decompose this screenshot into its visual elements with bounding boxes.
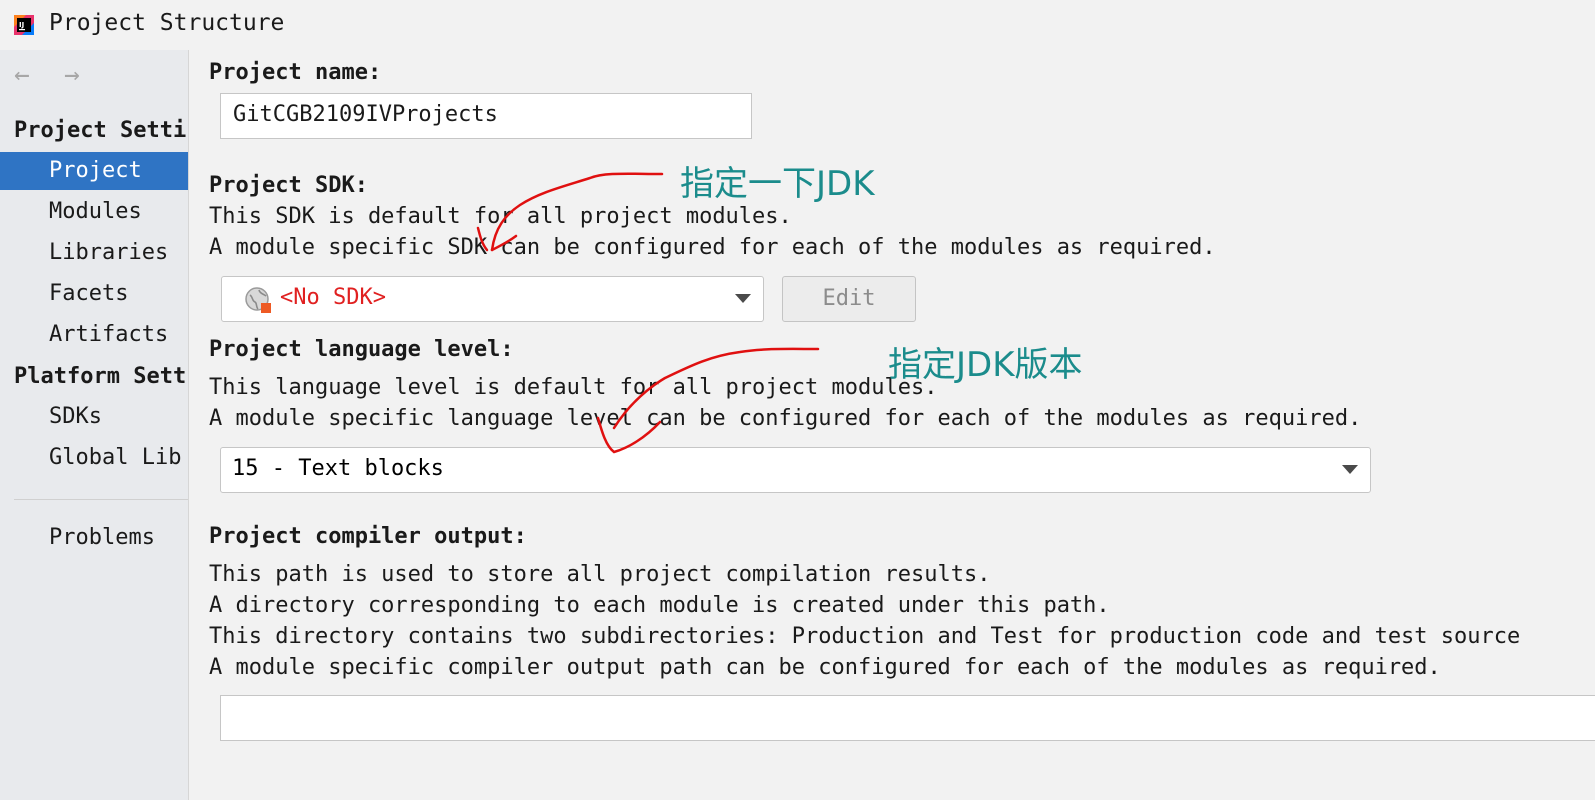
compiler-output-desc-4: A module specific compiler output path c… bbox=[209, 655, 1441, 680]
title-bar: IJ Project Structure bbox=[0, 0, 1595, 50]
window-title: Project Structure bbox=[49, 10, 285, 36]
sidebar-item-facets[interactable]: Facets bbox=[0, 275, 188, 313]
language-level-dropdown[interactable]: 15 - Text blocks bbox=[220, 447, 1371, 493]
project-sdk-desc-2: A module specific SDK can be configured … bbox=[209, 235, 1216, 260]
sidebar-divider bbox=[14, 499, 188, 500]
arrow-left-icon[interactable]: ← bbox=[14, 62, 44, 88]
chevron-down-icon bbox=[735, 294, 751, 303]
compiler-output-desc-1: This path is used to store all project c… bbox=[209, 562, 991, 587]
sidebar-item-project[interactable]: Project bbox=[0, 152, 188, 190]
language-level-value: 15 - Text blocks bbox=[232, 456, 444, 481]
sidebar-item-problems[interactable]: Problems bbox=[0, 519, 188, 557]
sidebar-item-label: Libraries bbox=[49, 240, 169, 265]
sidebar-item-sdks[interactable]: SDKs bbox=[0, 398, 188, 436]
sidebar: ← → Project Setti Project Modules Librar… bbox=[0, 50, 189, 800]
sidebar-item-label: Facets bbox=[49, 281, 129, 306]
sidebar-item-label: Artifacts bbox=[49, 322, 169, 347]
sdk-selected-value: <No SDK> bbox=[280, 285, 386, 310]
arrow-right-icon[interactable]: → bbox=[64, 62, 94, 88]
sdk-globe-icon bbox=[245, 287, 271, 313]
compiler-output-desc-2: A directory corresponding to each module… bbox=[209, 593, 1110, 618]
sidebar-item-label: Problems bbox=[49, 525, 155, 550]
svg-text:IJ: IJ bbox=[19, 21, 24, 29]
project-name-input[interactable]: GitCGB2109IVProjects bbox=[220, 93, 752, 139]
intellij-icon: IJ bbox=[14, 15, 34, 35]
project-structure-window: IJ Project Structure ← → Project Setti P… bbox=[0, 0, 1595, 800]
sidebar-item-modules[interactable]: Modules bbox=[0, 193, 188, 231]
sidebar-item-label: SDKs bbox=[49, 404, 102, 429]
chevron-down-icon bbox=[1342, 465, 1358, 474]
language-level-desc-1: This language level is default for all p… bbox=[209, 375, 938, 400]
project-sdk-dropdown[interactable]: <No SDK> bbox=[221, 276, 764, 322]
project-sdk-desc-1: This SDK is default for all project modu… bbox=[209, 204, 792, 229]
compiler-output-label: Project compiler output: bbox=[209, 524, 527, 549]
compiler-output-desc-3: This directory contains two subdirectori… bbox=[209, 624, 1521, 649]
sidebar-item-label: Modules bbox=[49, 199, 142, 224]
main-panel: Project name: GitCGB2109IVProjects Proje… bbox=[189, 50, 1595, 800]
compiler-output-path-input[interactable] bbox=[220, 695, 1595, 741]
project-name-label: Project name: bbox=[209, 60, 382, 85]
sidebar-item-label: Global Lib bbox=[49, 445, 182, 470]
sidebar-item-artifacts[interactable]: Artifacts bbox=[0, 316, 188, 354]
language-level-label: Project language level: bbox=[209, 337, 514, 362]
annotation-sdk-note: 指定一下JDK bbox=[680, 164, 875, 204]
sidebar-item-libraries[interactable]: Libraries bbox=[0, 234, 188, 272]
language-level-desc-2: A module specific language level can be … bbox=[209, 406, 1362, 431]
sidebar-item-label: Project bbox=[49, 158, 142, 183]
project-sdk-label: Project SDK: bbox=[209, 173, 368, 198]
sidebar-item-global-libraries[interactable]: Global Lib bbox=[0, 439, 188, 477]
annotation-level-note: 指定JDK版本 bbox=[888, 345, 1083, 385]
section-project-settings: Project Setti bbox=[14, 118, 187, 143]
edit-sdk-button[interactable]: Edit bbox=[782, 276, 916, 322]
section-platform-settings: Platform Sett bbox=[14, 364, 187, 389]
